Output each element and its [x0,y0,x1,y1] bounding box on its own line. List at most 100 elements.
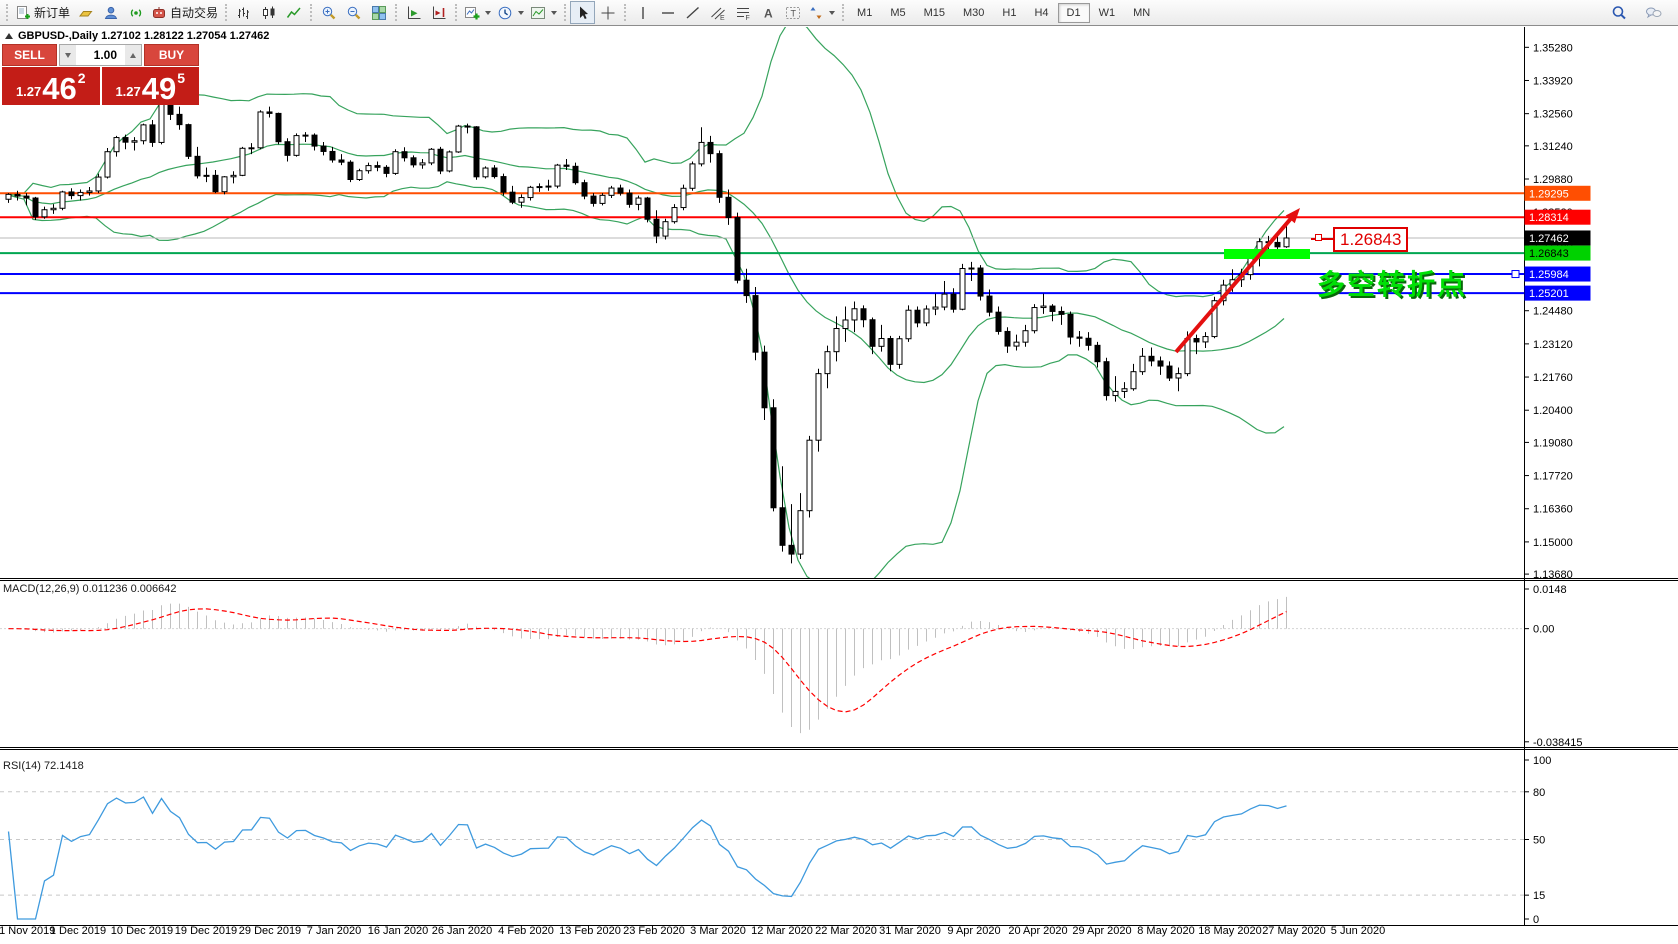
timeframe-w1-button[interactable]: W1 [1090,3,1125,23]
price-flag-handle[interactable] [1315,234,1322,241]
bar-chart-button[interactable] [231,1,256,24]
toolbar-grip [395,4,398,21]
trendline-icon [686,6,699,19]
tile-windows-button[interactable] [366,1,391,24]
main-price-pane[interactable]: T [0,27,1524,589]
timeframe-m1-button[interactable]: M1 [848,3,881,23]
search-icon [1612,5,1626,19]
text-icon: A [764,6,773,20]
svg-text:7 Jan 2020: 7 Jan 2020 [307,925,361,937]
vertical-line-icon [641,6,644,19]
arrows-button[interactable] [805,1,838,24]
auto-trading-button[interactable]: 自动交易 [148,1,221,24]
svg-text:18 May 2020: 18 May 2020 [1198,925,1262,937]
toolbar-grip [225,4,228,21]
chart-title-text: GBPUSD-,Daily 1.27102 1.28122 1.27054 1.… [18,30,270,42]
rsi-label: RSI(14) 72.1418 [3,760,84,772]
chart-shift-icon [432,6,446,19]
chevron-down-icon [829,10,836,15]
chat-icon [1645,7,1661,18]
timeframe-d1-button[interactable]: D1 [1057,2,1090,23]
svg-text:29 Dec 2019: 29 Dec 2019 [239,925,301,937]
buy-price-button[interactable]: 1.27 49 5 [101,67,199,105]
fibonacci-button[interactable]: F [730,1,755,24]
chart-title: GBPUSD-,Daily 1.27102 1.28122 1.27054 1.… [5,30,269,42]
svg-text:13 Feb 2020: 13 Feb 2020 [559,925,621,937]
volume-increase-button[interactable] [125,45,141,65]
zoom-in-button[interactable] [316,1,341,24]
timeframe-m15-button[interactable]: M15 [915,3,954,23]
chart-plot-svg[interactable]: T 1.35280 1.33920 1.32560 1.31240 1.29880 1.28… [0,27,1678,944]
svg-text:T: T [790,8,796,18]
news-icon [130,8,141,17]
volume-decrease-button[interactable] [60,45,76,65]
vertical-line-button[interactable] [630,1,655,24]
rsi-pane[interactable] [0,791,1524,920]
trend-arrow-line[interactable] [1174,214,1295,354]
svg-text:100: 100 [1533,755,1551,767]
sell-price-pips: 46 [42,70,77,106]
svg-text:21 Nov 2019: 21 Nov 2019 [0,925,55,937]
new-order-button[interactable]: 新订单 [12,1,73,24]
svg-text:1.31240: 1.31240 [1533,141,1573,153]
periods-button[interactable] [494,1,527,24]
macd-signal-line[interactable] [8,608,1287,713]
sell-price-button[interactable]: 1.27 46 2 [2,67,100,105]
indicators-button[interactable] [461,1,494,24]
search-button[interactable] [1606,1,1631,24]
svg-text:8 May 2020: 8 May 2020 [1137,925,1194,937]
contacts-button[interactable] [98,1,123,24]
timeframe-h4-button[interactable]: H4 [1025,3,1057,23]
timeframe-h1-button[interactable]: H1 [993,3,1025,23]
gold-button[interactable] [73,1,98,24]
svg-text:50: 50 [1533,835,1545,847]
macd-pane[interactable] [0,596,1524,734]
highlight-band[interactable] [1224,249,1310,259]
candlestick-button[interactable] [256,1,281,24]
horizontal-line-button[interactable] [655,1,680,24]
cursor-button[interactable] [570,1,596,24]
crosshair-button[interactable] [595,1,620,24]
label-icon: T [785,6,800,19]
volume-value[interactable]: 1.00 [76,45,125,65]
chat-button[interactable] [1641,1,1666,24]
label-tool-button[interactable]: T [780,1,805,24]
bollinger-lower[interactable] [5,181,1285,590]
bollinger-middle[interactable] [5,143,1285,384]
buy-button[interactable]: BUY [144,44,199,66]
timeframe-m5-button[interactable]: M5 [881,3,914,23]
rsi-line[interactable] [7,796,1287,920]
news-button[interactable] [123,1,148,24]
chevron-down-icon [485,10,492,15]
time-axis: 21 Nov 20191 Dec 2019 10 Dec 201919 Dec 2… [0,925,1385,937]
chart-shift-button[interactable] [426,1,451,24]
auto-scroll-button[interactable] [401,1,426,24]
timeframe-group: M1 M5 M15 M30 H1 H4 D1 W1 MN [848,2,1159,23]
collapse-panel-icon[interactable] [5,33,13,39]
svg-text:1.28314: 1.28314 [1529,212,1569,224]
indicators-icon [465,6,480,19]
timeframe-mn-button[interactable]: MN [1124,3,1159,23]
turning-point-note[interactable]: 多空转折点 [1317,263,1467,303]
svg-text:1.13680: 1.13680 [1533,569,1573,581]
svg-text:5 Jun 2020: 5 Jun 2020 [1331,925,1385,937]
price-flag[interactable]: 1.26843 [1333,227,1409,252]
sell-button[interactable]: SELL [2,44,57,66]
line-chart-button[interactable] [281,1,306,24]
templates-button[interactable] [527,1,560,24]
zoom-out-button[interactable] [341,1,366,24]
new-order-icon [17,5,30,19]
triangle-down-icon [65,52,71,58]
toolbar-right [1606,1,1666,24]
trendline-button[interactable] [680,1,705,24]
channel-button[interactable]: E [705,1,730,24]
one-click-trading-panel: SELL 1.00 BUY 1.27 46 2 1.27 49 5 [2,44,199,105]
cursor-icon [579,6,588,19]
channel-icon: E [710,7,725,21]
chevron-down-icon [518,10,525,15]
sell-price-point: 2 [77,70,86,86]
line-selection-handle[interactable] [1511,270,1520,279]
timeframe-m30-button[interactable]: M30 [954,3,993,23]
text-tool-button[interactable]: A [755,1,780,24]
svg-text:F: F [745,15,749,21]
